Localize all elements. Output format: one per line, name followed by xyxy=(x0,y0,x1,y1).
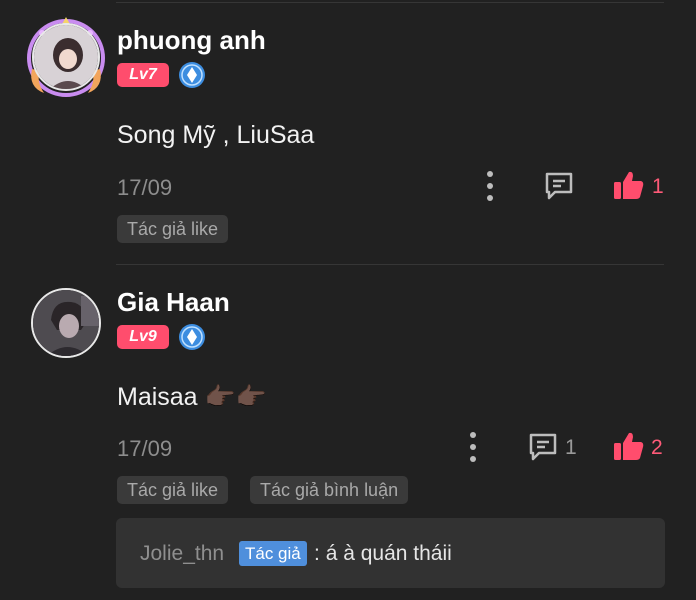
comment-icon[interactable] xyxy=(526,430,560,464)
more-vertical-icon[interactable] xyxy=(484,169,496,203)
level-badge: Lv9 xyxy=(117,325,169,349)
verified-badge-icon xyxy=(179,62,205,88)
comment-text: Song Mỹ , LiuSaa xyxy=(117,121,315,149)
reply-message: á à quán tháii xyxy=(325,542,452,565)
comment-divider xyxy=(116,264,664,265)
top-divider xyxy=(116,2,664,3)
more-vertical-icon[interactable] xyxy=(467,430,479,464)
comment-date: 17/09 xyxy=(117,436,173,461)
thumbs-up-icon[interactable] xyxy=(612,168,646,202)
reply-text: : á à quán tháii xyxy=(314,542,452,566)
verified-badge-icon xyxy=(179,324,205,350)
avatar-frame[interactable] xyxy=(26,283,106,363)
thumbs-up-icon[interactable] xyxy=(612,429,646,463)
like-count: 1 xyxy=(652,175,664,198)
comment-date: 17/09 xyxy=(117,175,173,200)
username[interactable]: phuong anh xyxy=(117,25,266,56)
reply-count: 1 xyxy=(565,436,577,459)
level-badge: Lv7 xyxy=(117,63,169,87)
avatar xyxy=(32,23,100,91)
username[interactable]: Gia Haan xyxy=(117,287,230,318)
author-badge: Tác giả xyxy=(239,541,307,566)
tag-author-replied: Tác giả bình luận xyxy=(250,476,409,504)
reply-preview[interactable]: Jolie_thn Tác giả : á à quán tháii xyxy=(116,518,665,588)
like-count: 2 xyxy=(651,436,663,459)
comment-text: Maisaa 👉🏿👉🏿 xyxy=(117,383,267,411)
comment-icon[interactable] xyxy=(542,169,576,203)
reply-username[interactable]: Jolie_thn xyxy=(140,542,224,566)
avatar-frame[interactable] xyxy=(26,17,106,97)
avatar xyxy=(31,288,101,358)
tag-author-liked: Tác giả like xyxy=(117,476,229,504)
tag-author-liked: Tác giả like xyxy=(117,215,229,243)
reply-separator: : xyxy=(314,542,320,565)
